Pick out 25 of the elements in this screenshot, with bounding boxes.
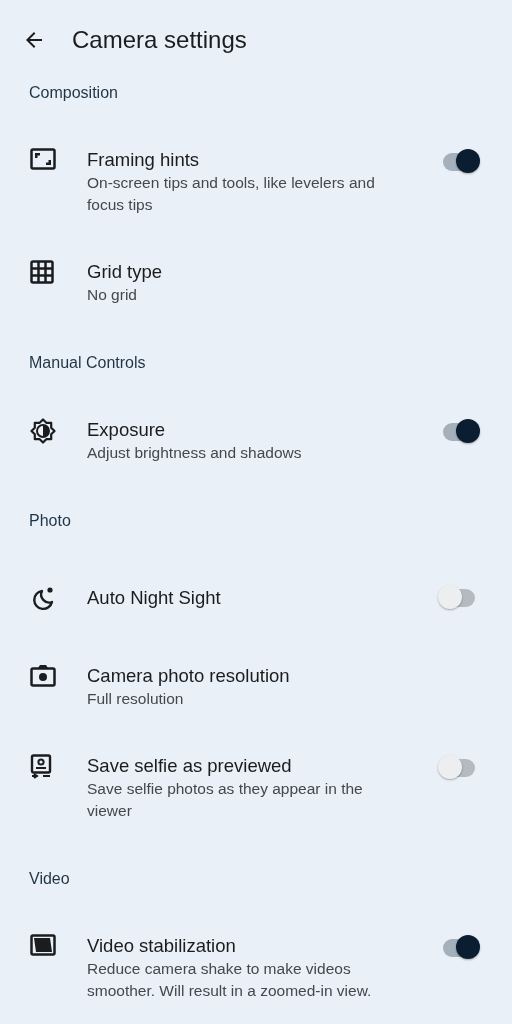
camera-icon [30,664,56,688]
setting-title[interactable]: Exposure [87,418,166,442]
page-title: Camera settings [72,25,247,55]
setting-title[interactable]: Save selfie as previewed [87,754,292,778]
stabilized-frame-icon [30,934,56,956]
setting-description: Reduce camera shake to make videos smoother. Will result in a zoomed-in view. [87,959,373,1001]
selfie-frame-icon [30,754,52,780]
brightness-icon [30,418,56,444]
section-header: Manual Controls [28,353,147,373]
setting-title[interactable]: Grid type [87,260,163,284]
setting-title[interactable]: Auto Night Sight [87,586,221,610]
setting-description: On-screen tips and tools, like levelers and focus tips [87,173,376,215]
section-header: Composition [28,83,119,103]
setting-title[interactable]: Framing hints [87,148,200,172]
grid-icon [30,260,54,284]
frame-corners-icon [30,148,56,170]
moon-icon [30,585,56,611]
setting-description: Save selfie photos as they appear in the viewer [87,779,364,821]
setting-description: Full resolution [87,689,185,709]
setting-title[interactable]: Camera photo resolution [87,664,290,688]
setting-description: No grid [87,285,138,305]
setting-description: Adjust brightness and shadows [87,443,303,463]
section-header: Photo [28,511,72,531]
setting-title[interactable]: Video stabilization [87,934,236,958]
section-header: Video [28,869,71,889]
